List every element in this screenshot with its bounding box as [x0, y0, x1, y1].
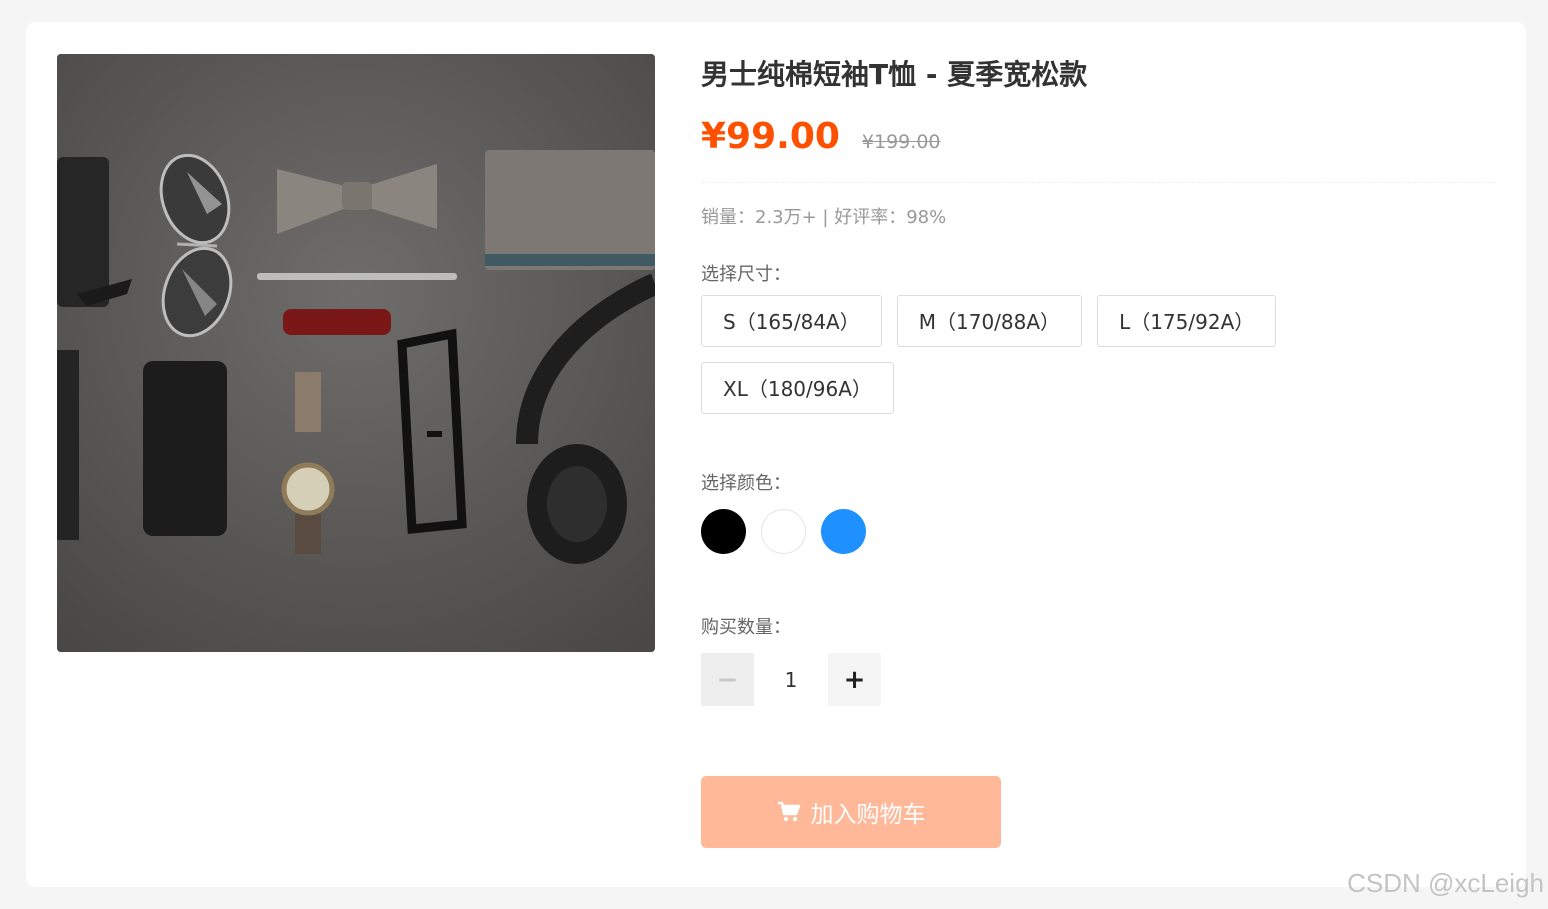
color-swatch-white[interactable]: [761, 509, 806, 554]
original-price: ¥199.00: [861, 131, 941, 153]
color-swatch-black[interactable]: [701, 509, 746, 554]
quantity-input[interactable]: [754, 653, 828, 706]
sales-stats: 销量：2.3万+ | 好评率：98%: [701, 207, 947, 228]
quantity-stepper: − +: [701, 653, 881, 706]
product-info: 男士纯棉短袖T恤 - 夏季宽松款 ¥99.00 ¥199.00 销量：2.3万+…: [701, 54, 1496, 848]
increase-quantity-button[interactable]: +: [828, 653, 881, 706]
color-label: 选择颜色：: [701, 473, 791, 494]
product-title: 男士纯棉短袖T恤 - 夏季宽松款: [701, 58, 1088, 91]
color-swatch-blue[interactable]: [821, 509, 866, 554]
add-to-cart-label: 加入购物车: [810, 802, 926, 828]
size-option-s[interactable]: S（165/84A）: [701, 295, 882, 347]
quantity-label: 购买数量：: [701, 617, 791, 638]
watermark: CSDN @xcLeigh: [1347, 868, 1544, 898]
shopping-cart-icon: [777, 801, 801, 823]
current-price: ¥99.00: [701, 116, 840, 157]
size-option-xl[interactable]: XL（180/96A）: [701, 362, 894, 414]
product-card: 男士纯棉短袖T恤 - 夏季宽松款 ¥99.00 ¥199.00 销量：2.3万+…: [26, 22, 1526, 887]
divider: [701, 182, 1496, 183]
price-row: ¥99.00 ¥199.00: [701, 116, 1496, 166]
size-option-m[interactable]: M（170/88A）: [896, 295, 1083, 347]
size-option-l[interactable]: L（175/92A）: [1097, 295, 1277, 347]
add-to-cart-button[interactable]: 加入购物车: [701, 776, 1001, 848]
size-label: 选择尺寸：: [701, 264, 791, 285]
size-options: S（165/84A） M（170/88A） L（175/92A） XL（180/…: [701, 295, 1321, 429]
decrease-quantity-button[interactable]: −: [701, 653, 754, 706]
color-options: [701, 509, 1496, 555]
product-image: [57, 54, 655, 652]
